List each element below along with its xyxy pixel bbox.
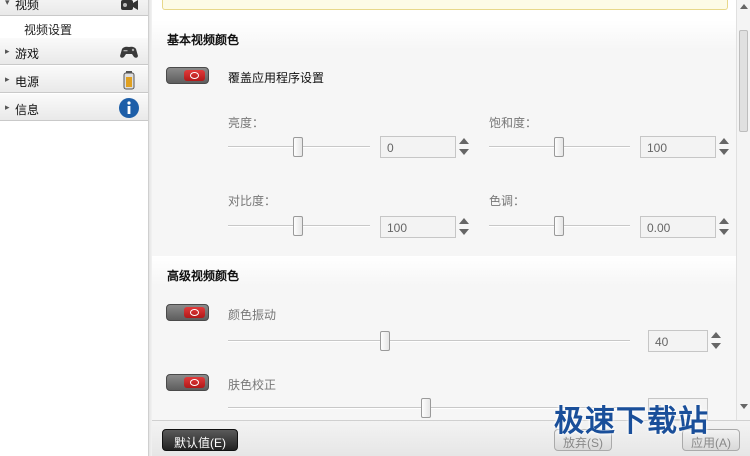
sidebar-item-label: 信息 (15, 103, 40, 117)
vibrance-label: 颜色振动 (228, 308, 277, 322)
brightness-stepper[interactable] (458, 136, 470, 158)
sidebar-item-games[interactable]: ▸ 游戏 (0, 37, 148, 65)
slider-thumb[interactable] (554, 137, 564, 157)
override-toggle[interactable] (166, 67, 209, 84)
section-title: 高级视频颜色 (167, 269, 240, 283)
hue-stepper[interactable] (718, 216, 730, 238)
vibrance-value[interactable]: 40 (648, 330, 708, 352)
scroll-down-icon[interactable] (740, 404, 748, 409)
vibrance-toggle[interactable] (166, 304, 209, 321)
sidebar-item-label: 视频 (15, 0, 40, 12)
brightness-value[interactable]: 0 (380, 136, 456, 158)
vibrance-stepper[interactable] (710, 330, 722, 352)
sidebar-item-video-settings[interactable]: 视频设置 (0, 17, 148, 38)
notice-banner (162, 0, 728, 10)
watermark-logo: 极速下载站 (554, 404, 709, 439)
info-icon (119, 98, 139, 118)
contrast-value[interactable]: 100 (380, 216, 456, 238)
scroll-up-icon[interactable] (740, 4, 748, 9)
sidebar-item-power[interactable]: ▸ 电源 (0, 65, 148, 93)
hue-label: 色调： (489, 194, 526, 208)
vibrance-slider[interactable] (228, 331, 630, 351)
chevron-right-icon: ▸ (5, 46, 10, 56)
sidebar-item-label: 游戏 (15, 47, 40, 61)
slider-thumb[interactable] (380, 331, 390, 351)
basic-color-section: 基本视频颜色 覆盖应用程序设置 亮度： 0 饱和度： 100 对比度： 100 … (152, 20, 736, 256)
contrast-stepper[interactable] (458, 216, 470, 238)
contrast-label: 对比度： (228, 194, 277, 208)
contrast-slider[interactable] (228, 216, 370, 236)
override-label: 覆盖应用程序设置 (228, 71, 325, 85)
chevron-right-icon: ▸ (5, 102, 10, 112)
sidebar-item-info[interactable]: ▸ 信息 (0, 93, 148, 121)
scrollbar-thumb[interactable] (739, 30, 748, 132)
saturation-label: 饱和度： (489, 116, 538, 130)
gamepad-icon (120, 46, 138, 58)
vertical-scrollbar[interactable] (736, 0, 750, 420)
brightness-slider[interactable] (228, 137, 370, 157)
sidebar-item-video[interactable]: ▾ 视频 (0, 0, 148, 16)
slider-thumb[interactable] (293, 137, 303, 157)
slider-thumb[interactable] (421, 398, 431, 418)
section-title: 基本视频颜色 (167, 33, 240, 47)
sidebar-subitem-label: 视频设置 (24, 23, 73, 37)
chevron-right-icon: ▸ (5, 74, 10, 84)
sidebar: ▾ 视频 视频设置 ▸ 游戏 ▸ 电源 ▸ 信息 (0, 0, 148, 456)
default-button[interactable]: 默认值(E) (162, 429, 238, 451)
hue-value[interactable]: 0.00 (640, 216, 716, 238)
sidebar-item-label: 电源 (15, 75, 40, 89)
saturation-stepper[interactable] (718, 136, 730, 158)
saturation-value[interactable]: 100 (640, 136, 716, 158)
slider-thumb[interactable] (554, 216, 564, 236)
slider-thumb[interactable] (293, 216, 303, 236)
skin-tone-toggle[interactable] (166, 374, 209, 391)
battery-icon (123, 71, 135, 90)
chevron-down-icon: ▾ (5, 0, 10, 7)
skin-tone-label: 肤色校正 (228, 378, 277, 392)
saturation-slider[interactable] (489, 137, 630, 157)
hue-slider[interactable] (489, 216, 630, 236)
video-settings-panel: 基本视频颜色 覆盖应用程序设置 亮度： 0 饱和度： 100 对比度： 100 … (152, 0, 736, 420)
brightness-label: 亮度： (228, 116, 265, 130)
